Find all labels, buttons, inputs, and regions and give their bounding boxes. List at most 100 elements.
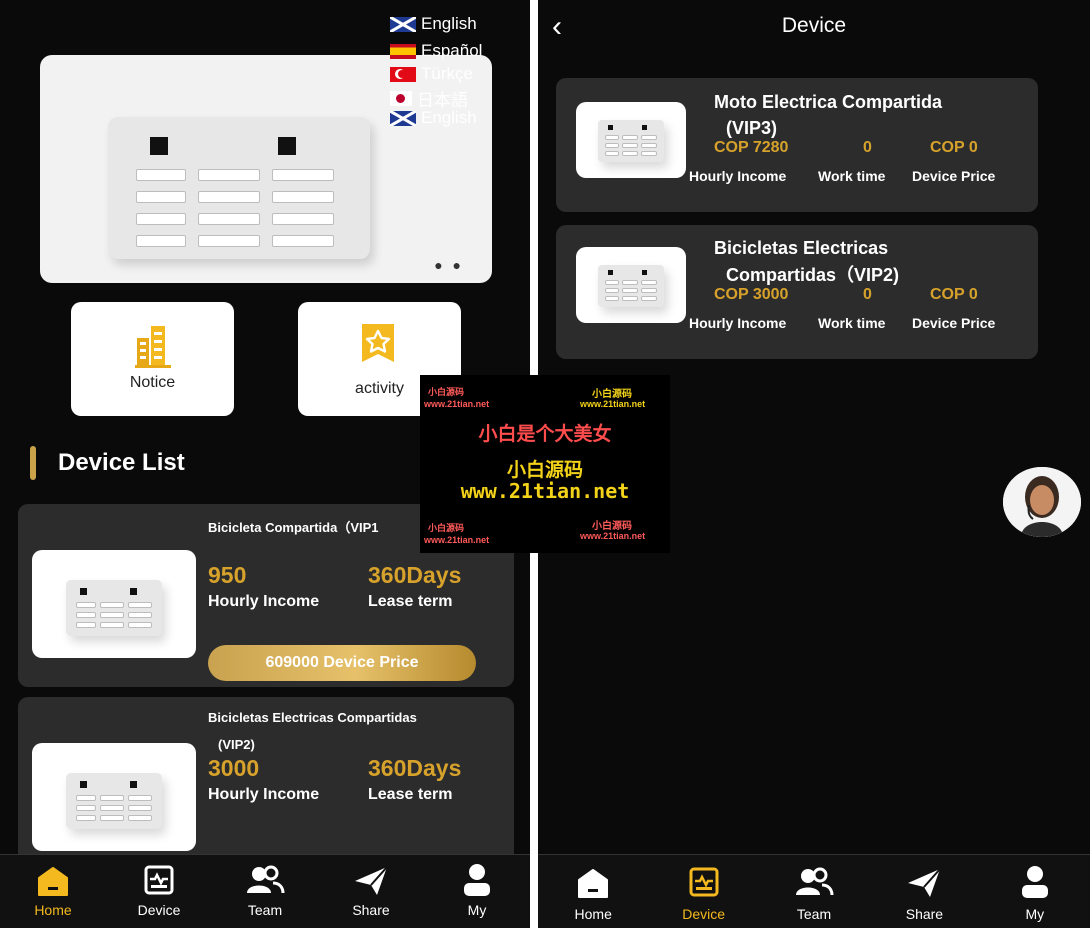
device-name: Bicicleta Compartida（VIP1 [208, 520, 379, 535]
watermark-small-brand: 小白源码 [592, 389, 632, 400]
work-time-label: Work time [818, 315, 886, 331]
nav-label: Device [682, 906, 725, 922]
section-title: Device List [58, 449, 185, 476]
language-label: Türkçe [421, 64, 473, 83]
hourly-income-label: Hourly Income [208, 786, 320, 803]
language-option-espanol[interactable]: Español [390, 41, 482, 61]
heading-accent-bar [30, 446, 36, 480]
language-option-turkce[interactable]: Türkçe [390, 64, 473, 84]
language-label: Español [421, 41, 483, 60]
device-icon [689, 867, 719, 897]
nav-device[interactable]: Device [106, 855, 212, 928]
nav-team[interactable]: Team [212, 855, 318, 928]
home-icon [38, 867, 68, 896]
star-badge-icon [362, 324, 394, 362]
device-price-label: Device Price [912, 168, 996, 184]
hourly-income-value: COP 3000 [714, 286, 789, 303]
watermark-small-url: www.21tian.net [580, 531, 646, 541]
watermark: 小白源码 www.21tian.net 小白源码 www.21tian.net … [420, 375, 670, 553]
nav-device[interactable]: Device [648, 855, 758, 928]
notice-label: Notice [129, 374, 176, 391]
work-time-value: 0 [863, 286, 872, 303]
notice-button[interactable]: Notice [71, 302, 234, 416]
nav-share[interactable]: Share [318, 855, 424, 928]
spain-flag-icon [390, 43, 416, 59]
device-price-value: COP 0 [930, 286, 978, 303]
device-name-line2: (VIP2) [218, 737, 255, 752]
team-icon [796, 867, 834, 896]
uk-flag-icon [390, 16, 416, 32]
bottom-nav: Home Device Team Share My [0, 854, 530, 928]
watermark-small-url: www.21tian.net [580, 399, 646, 409]
lease-term-value: 360Days [368, 562, 462, 588]
device-card[interactable]: Bicicletas Electricas Compartidas (VIP2)… [18, 697, 514, 877]
hourly-income-label: Hourly Income [689, 315, 787, 331]
lease-term-label: Lease term [368, 593, 453, 610]
device-name: Bicicletas Electricas [714, 238, 889, 258]
home-icon [578, 869, 609, 898]
device-price-label: Device Price [912, 315, 996, 331]
user-icon [464, 864, 490, 896]
device-thumbnail [576, 247, 686, 323]
nav-home[interactable]: Home [538, 855, 648, 928]
watermark-url: www.21tian.net [460, 479, 630, 503]
watermark-main: 小白是个大美女 [478, 424, 612, 445]
device-card[interactable]: Moto Electrica Compartida (VIP3) COP 728… [556, 78, 1038, 212]
device-name: Moto Electrica Compartida [714, 92, 943, 112]
device-price-button[interactable]: 609000 Device Price [208, 645, 476, 681]
share-icon [908, 868, 942, 897]
device-thumbnail [32, 550, 196, 658]
nav-label: Share [905, 906, 944, 922]
language-english-current[interactable]: English [390, 14, 477, 34]
work-time-value: 0 [863, 139, 872, 156]
lease-term-value: 360Days [368, 755, 462, 781]
nav-label: Share [352, 902, 390, 918]
customer-service-avatar[interactable] [1003, 467, 1081, 537]
nav-label: Team [796, 906, 832, 922]
language-option-english[interactable]: English [390, 108, 477, 128]
nav-label: My [1025, 906, 1045, 922]
carousel-dots[interactable]: ● ● [434, 257, 464, 273]
device-name: Bicicletas Electricas Compartidas [208, 710, 417, 725]
nav-my[interactable]: My [980, 855, 1090, 928]
watermark-small-url: www.21tian.net [424, 399, 490, 409]
nav-label: Team [247, 902, 283, 918]
nav-share[interactable]: Share [869, 855, 979, 928]
lease-term-label: Lease term [368, 786, 453, 803]
share-icon [355, 866, 388, 895]
hourly-income-label: Hourly Income [689, 168, 787, 184]
nav-team[interactable]: Team [759, 855, 869, 928]
nav-label: Home [34, 902, 72, 918]
nav-my[interactable]: My [424, 855, 530, 928]
hourly-income-value: 950 [208, 562, 247, 588]
device-price-value: COP 0 [930, 139, 978, 156]
device-thumbnail [576, 102, 686, 178]
work-time-label: Work time [818, 168, 886, 184]
device-icon [144, 865, 174, 895]
nav-label: Home [574, 906, 612, 922]
team-icon [247, 865, 285, 894]
user-icon [1021, 866, 1048, 898]
watermark-small-url: www.21tian.net [424, 535, 490, 545]
language-label: English [421, 14, 477, 33]
bottom-nav: Home Device Team Share My [538, 854, 1090, 928]
hourly-income-label: Hourly Income [208, 593, 320, 610]
building-icon [135, 326, 171, 368]
device-list-heading: Device List [30, 446, 185, 480]
hourly-income-value: 3000 [208, 755, 260, 781]
uk-flag-icon [390, 110, 416, 126]
nav-label: Device [137, 902, 181, 918]
watermark-brand: 小白源码 [506, 460, 583, 481]
device-name-line2: (VIP3) [726, 118, 778, 138]
device-card[interactable]: Bicicletas Electricas Compartidas（VIP2) … [556, 225, 1038, 359]
nav-home[interactable]: Home [0, 855, 106, 928]
turkey-flag-icon [390, 66, 416, 82]
watermark-small-brand: 小白源码 [592, 521, 632, 532]
hourly-income-value: COP 7280 [714, 139, 789, 156]
support-agent-icon [1003, 467, 1081, 537]
device-name-line2: Compartidas（VIP2) [726, 265, 900, 285]
nav-label: My [467, 902, 487, 918]
watermark-small-brand: 小白源码 [428, 523, 465, 533]
page-title: Device [781, 14, 847, 37]
japan-flag-icon [390, 91, 412, 106]
